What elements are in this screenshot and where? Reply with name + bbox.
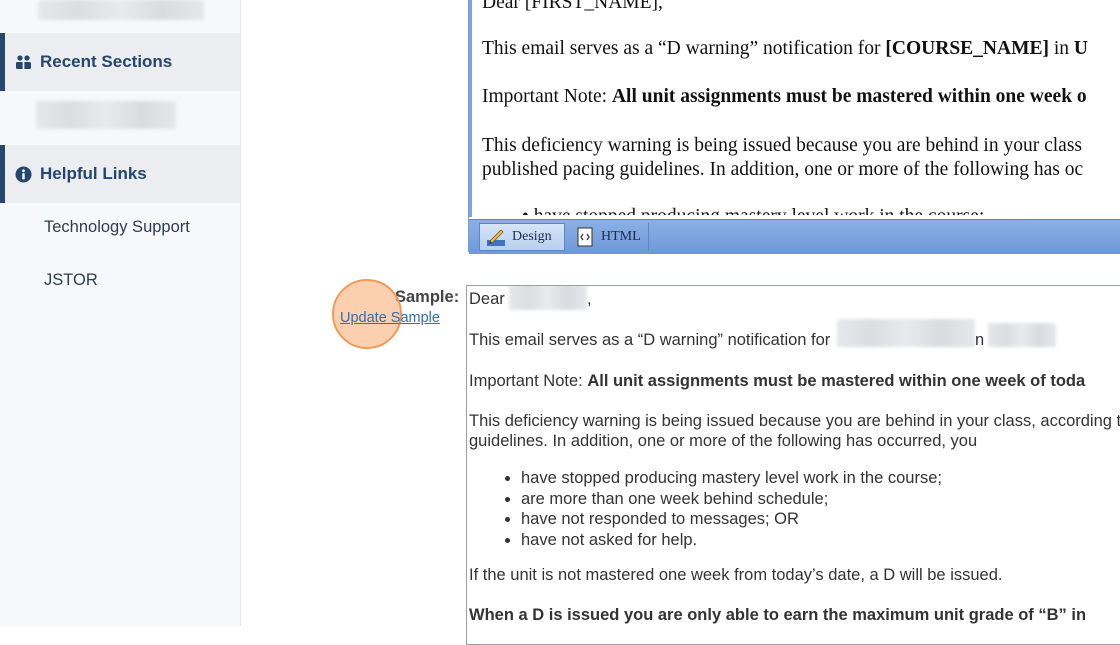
sample-line-1: This email serves as a “D warning” notif…: [469, 331, 831, 349]
sample-paragraph-line-1: This deficiency warning is being issued …: [469, 412, 1120, 430]
sidebar: Recent Sections Helpful Links Technology…: [0, 0, 241, 626]
blurred-course-name: [837, 319, 975, 347]
sample-preview: Dear , This email serves as a “D warning…: [466, 285, 1120, 645]
sample-label: Sample:: [395, 288, 460, 306]
editor-mode-toolbar: Design HTML: [469, 219, 1120, 254]
html-mode-label: HTML: [601, 229, 641, 244]
blurred-section-item[interactable]: [36, 101, 176, 129]
sample-paragraph-line-2: guidelines. In addition, one or more of …: [469, 432, 978, 450]
editor-line-3: This deficiency warning is being issued …: [482, 135, 1082, 156]
sample-bullet-list: have stopped producing mastery level wor…: [469, 468, 942, 550]
design-mode-button[interactable]: Design: [479, 223, 565, 251]
sample-greeting-tail: ,: [587, 290, 592, 308]
design-mode-label: Design: [512, 229, 552, 244]
editor-greeting: Dear [FIRST_NAME],: [482, 0, 663, 13]
update-sample-link[interactable]: Update Sample: [340, 310, 440, 326]
sample-line-1-mid: n: [975, 331, 985, 349]
editor-left-border: [469, 0, 472, 217]
list-item: are more than one week behind schedule;: [521, 489, 942, 510]
info-circle-icon: [14, 165, 32, 183]
sidebar-section-recent-sections[interactable]: Recent Sections: [0, 33, 240, 91]
blurred-unit-name: [988, 323, 1056, 347]
sample-final-bold-line: When a D is issued you are only able to …: [469, 606, 1087, 624]
editor-content-area[interactable]: Dear [FIRST_NAME], This email serves as …: [482, 0, 1120, 215]
user-group-icon: [14, 53, 32, 71]
editor-line-5: • have stopped producing mastery level w…: [522, 205, 984, 215]
email-template-editor[interactable]: Dear [FIRST_NAME], This email serves as …: [468, 0, 1120, 254]
list-item: have not responded to messages; OR: [521, 509, 942, 530]
sidebar-link-jstor[interactable]: JSTOR: [44, 271, 98, 290]
editor-line-1: This email serves as a “D warning” notif…: [482, 38, 1089, 59]
sample-d-issued-line: If the unit is not mastered one week fro…: [469, 566, 1003, 584]
design-pencil-icon: [487, 229, 505, 246]
sample-important-note: Important Note: All unit assignments mus…: [469, 372, 1086, 390]
html-mode-button[interactable]: HTML: [569, 223, 649, 251]
sidebar-section-label: Helpful Links: [40, 164, 147, 183]
sidebar-link-technology-support[interactable]: Technology Support: [44, 218, 190, 237]
list-item: have not asked for help.: [521, 530, 942, 551]
list-item: have stopped producing mastery level wor…: [521, 468, 942, 489]
editor-line-2: Important Note: All unit assignments mus…: [482, 86, 1087, 107]
blurred-first-name: [509, 286, 587, 310]
editor-line-4: published pacing guidelines. In addition…: [482, 159, 1084, 180]
sidebar-section-label: Recent Sections: [40, 52, 173, 71]
sample-greeting: Dear: [469, 290, 505, 308]
blurred-course-item[interactable]: [38, 0, 204, 20]
html-document-icon: [577, 227, 593, 247]
sidebar-section-helpful-links[interactable]: Helpful Links: [0, 145, 240, 203]
